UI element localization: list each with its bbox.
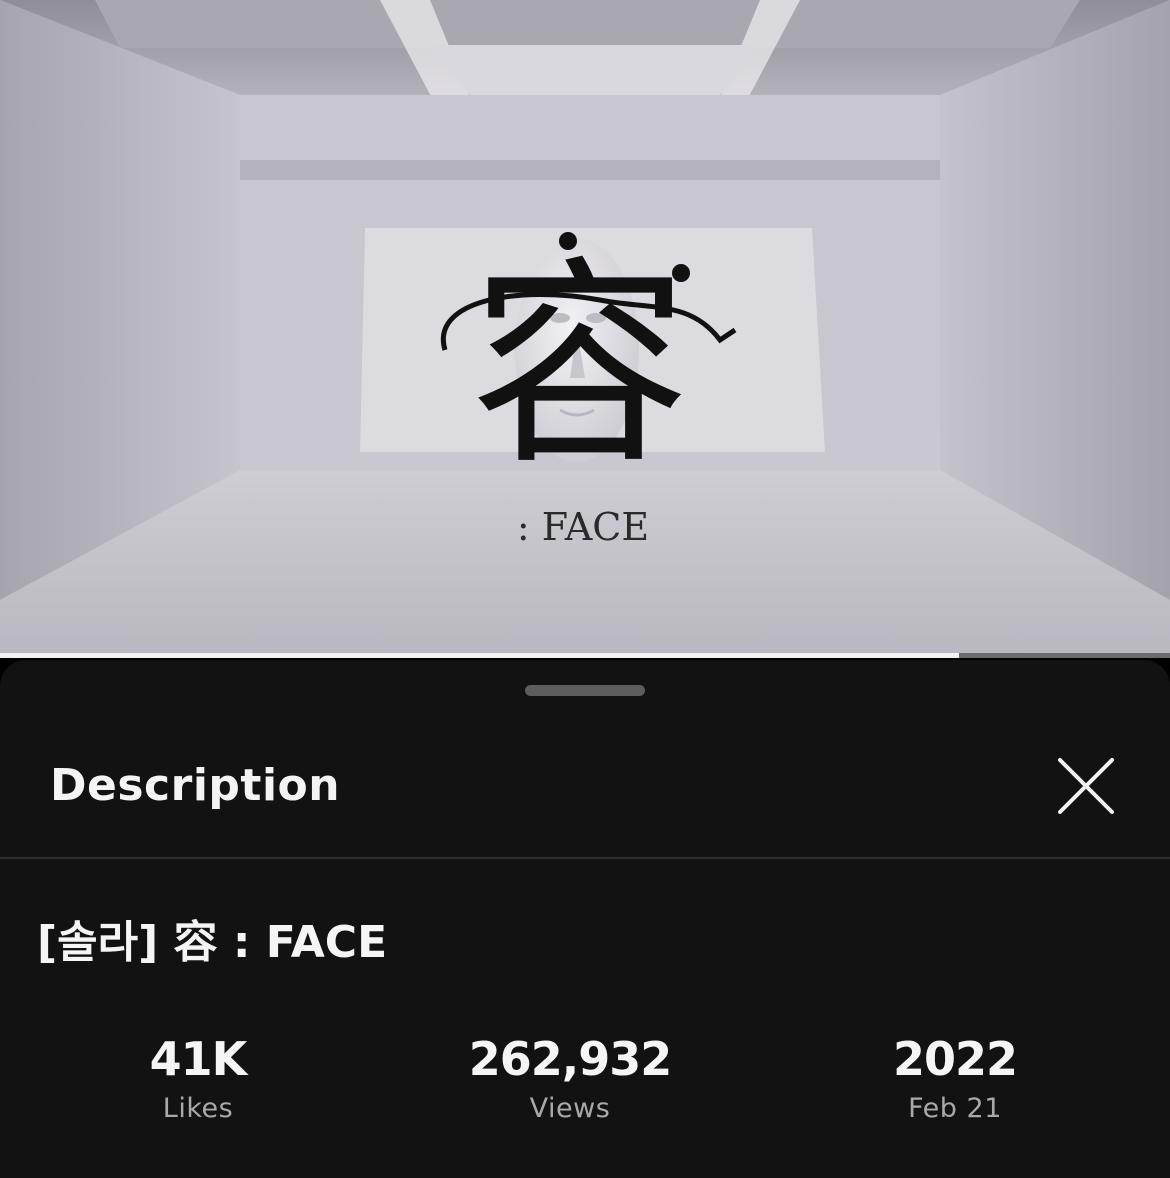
close-button[interactable]: [1048, 748, 1124, 824]
video-title: [솔라] 容 : FACE: [37, 917, 388, 968]
video-frame: 容 : FACE: [0, 0, 1170, 655]
drag-handle[interactable]: [525, 685, 645, 696]
upload-year: 2022: [892, 1032, 1018, 1086]
close-icon: [1058, 758, 1114, 814]
overlay-glyph: 容: [470, 238, 690, 494]
overlay-title: : FACE: [517, 505, 649, 549]
likes-label: Likes: [162, 1093, 234, 1124]
views-stat: 262,932 Views: [420, 1030, 720, 1126]
youtube-description-screen: 容 : FACE Description [솔라] 容 : FACE 41K L…: [0, 0, 1170, 1178]
upload-date: Feb 21: [908, 1093, 1002, 1124]
views-count: 262,932: [468, 1032, 673, 1086]
views-label: Views: [529, 1093, 611, 1124]
video-player[interactable]: 容 : FACE: [0, 0, 1170, 655]
likes-count: 41K: [149, 1032, 248, 1086]
description-sheet: Description [솔라] 容 : FACE 41K Likes 262,…: [0, 660, 1170, 1178]
sheet-title: Description: [50, 760, 341, 811]
likes-stat: 41K Likes: [48, 1030, 348, 1126]
header-divider: [0, 857, 1170, 859]
upload-date-stat: 2022 Feb 21: [805, 1030, 1105, 1126]
